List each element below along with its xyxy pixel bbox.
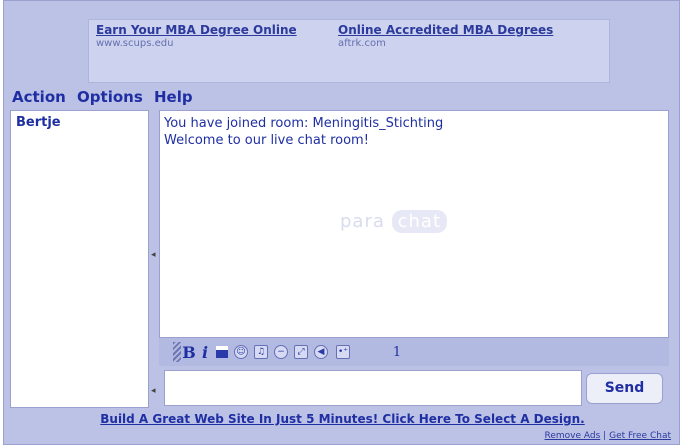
chat-message: You have joined room: Meningitis_Stichti… [164, 116, 444, 131]
italic-button[interactable]: i [200, 343, 210, 362]
chat-message: Welcome to our live chat room! [164, 133, 369, 148]
smiley-button[interactable]: ☺ [233, 343, 249, 361]
ad-1-title[interactable]: Earn Your MBA Degree Online [96, 23, 297, 37]
minus-icon: − [274, 345, 288, 359]
message-input[interactable] [164, 370, 582, 406]
music-button[interactable]: ♫ [253, 343, 269, 361]
sound-icon: ◀ [314, 345, 328, 359]
ad-2-title[interactable]: Online Accredited MBA Degrees [338, 23, 553, 37]
promo-link[interactable]: Build A Great Web Site In Just 5 Minutes… [4, 412, 681, 426]
minus-button[interactable]: − [273, 343, 289, 361]
footer-separator: | [603, 431, 607, 441]
toolbar-count: 1 [392, 344, 402, 360]
toolbar-grip-icon[interactable] [173, 342, 181, 362]
collapse-arrow-icon[interactable]: ◂ [151, 250, 156, 260]
footer-links: Remove Ads | Get Free Chat [545, 431, 672, 441]
menu-bar: Action Options Help [12, 88, 199, 108]
chat-log: You have joined room: Meningitis_Stichti… [159, 110, 669, 338]
more-button[interactable]: •⁺ [335, 343, 351, 361]
sound-button[interactable]: ◀ [313, 343, 329, 361]
resize-icon: ⤢ [294, 345, 308, 359]
parachat-watermark: para chat [340, 210, 448, 233]
ad-1-url: www.scups.edu [96, 38, 174, 49]
ad-2[interactable]: Online Accredited MBA Degrees aftrk.com [338, 23, 553, 51]
collapse-arrow-icon-lower[interactable]: ◂ [151, 386, 156, 396]
more-icon: •⁺ [336, 345, 350, 359]
menu-options[interactable]: Options [77, 88, 143, 106]
watermark-left: para [340, 211, 385, 232]
resize-button[interactable]: ⤢ [293, 343, 309, 361]
remove-ads-link[interactable]: Remove Ads [545, 431, 601, 441]
user-list: Bertje [10, 110, 149, 408]
panel-divider[interactable]: ◂ ◂ [149, 110, 159, 408]
text-color-button[interactable] [215, 343, 229, 361]
user-list-item[interactable]: Bertje [16, 115, 61, 130]
menu-help[interactable]: Help [154, 88, 193, 106]
get-free-chat-link[interactable]: Get Free Chat [609, 431, 671, 441]
watermark-right: chat [391, 210, 448, 233]
color-swatch-icon [216, 346, 228, 358]
send-button[interactable]: Send [586, 373, 663, 404]
music-icon: ♫ [254, 345, 268, 359]
chat-frame: Earn Your MBA Degree Online www.scups.ed… [3, 0, 680, 445]
smiley-icon: ☺ [234, 345, 248, 359]
menu-action[interactable]: Action [12, 88, 66, 106]
ad-banner: Earn Your MBA Degree Online www.scups.ed… [88, 19, 610, 83]
format-toolbar: B i ☺ ♫ − ⤢ ◀ •⁺ 1 [159, 338, 669, 366]
ad-2-url: aftrk.com [338, 38, 386, 49]
bold-button[interactable]: B [182, 343, 196, 362]
ad-1[interactable]: Earn Your MBA Degree Online www.scups.ed… [96, 23, 297, 51]
